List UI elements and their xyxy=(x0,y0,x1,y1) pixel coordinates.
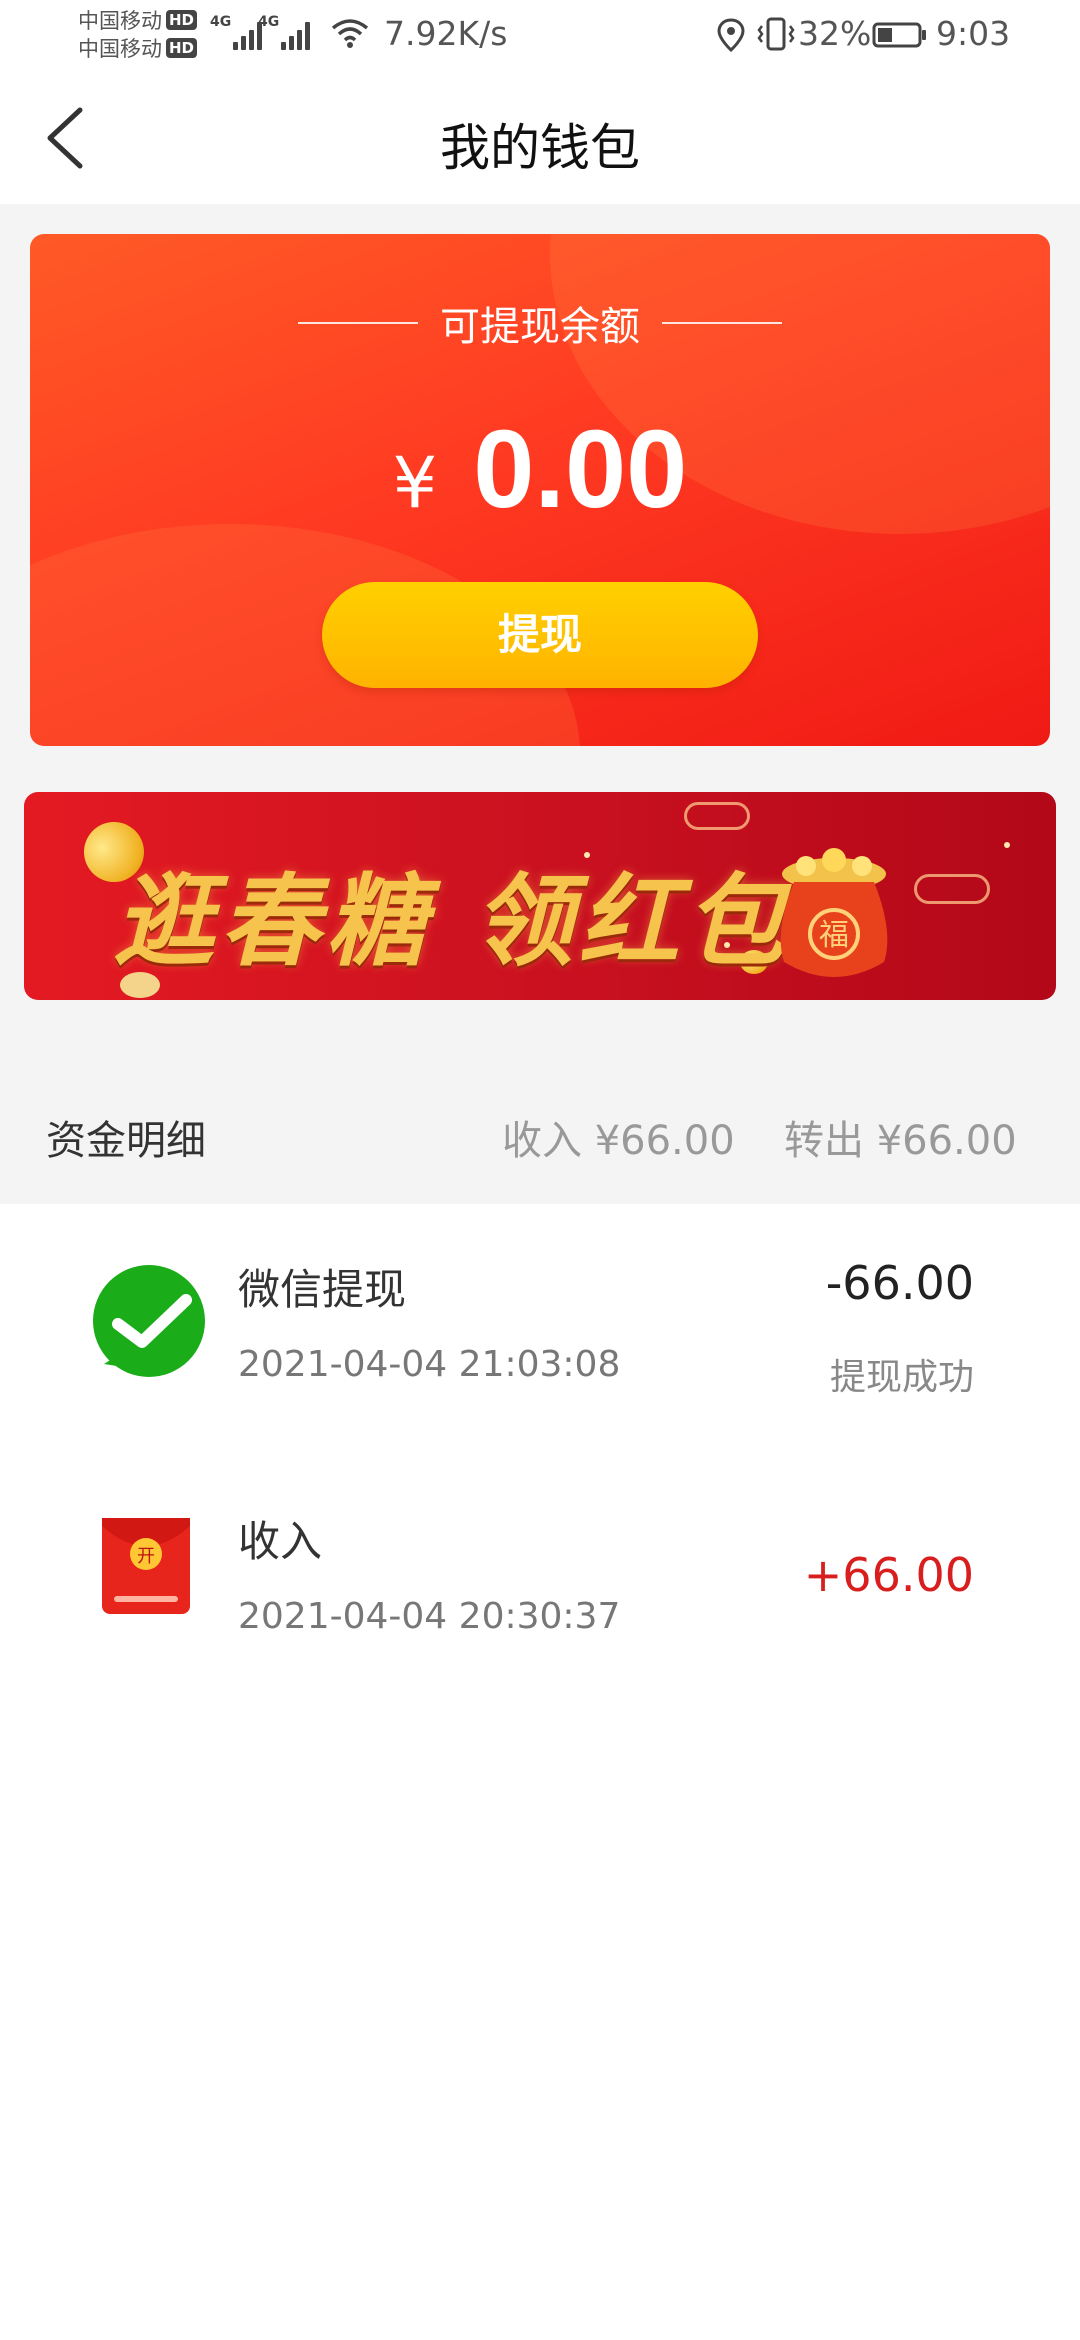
wifi-icon xyxy=(331,19,369,48)
list-item[interactable]: 开 收入 2021-04-04 20:30:37 +66.00 xyxy=(0,1456,1080,1676)
transaction-amount: +66.00 xyxy=(803,1548,974,1602)
balance-card: 可提现余额 ¥ 0.00 提现 xyxy=(30,234,1050,746)
balance-amount: 0.00 xyxy=(473,408,688,531)
list-item[interactable]: 微信提现 2021-04-04 21:03:08 -66.00 提现成功 xyxy=(0,1204,1080,1424)
svg-text:开: 开 xyxy=(137,1546,155,1567)
hd-badge: HD xyxy=(166,38,198,58)
transfer-out-summary: 转出 ¥66.00 xyxy=(784,1118,1017,1164)
income-summary: 收入 ¥66.00 xyxy=(502,1118,735,1164)
status-bar: 中国移动 HD 中国移动 HD 4G 4G 7.92K/s 32% 9:03 xyxy=(0,0,1080,72)
battery-icon xyxy=(872,22,926,48)
signal-icon: 4G xyxy=(210,14,265,50)
network-tag: 4G xyxy=(258,14,280,30)
transaction-date: 2021-04-04 21:03:08 xyxy=(238,1344,621,1385)
page-title: 我的钱包 xyxy=(440,119,640,177)
nav-bar: 我的钱包 xyxy=(0,72,1080,204)
transaction-status: 提现成功 xyxy=(829,1357,974,1398)
withdraw-button[interactable]: 提现 xyxy=(322,582,758,688)
red-envelope-icon: 开 xyxy=(102,1518,190,1614)
wechat-icon xyxy=(93,1265,205,1377)
balance-label-row: 可提现余额 xyxy=(30,294,1050,352)
net-speed: 7.92K/s xyxy=(384,14,508,53)
transaction-title: 微信提现 xyxy=(238,1265,407,1314)
location-icon xyxy=(717,18,745,52)
transaction-date: 2021-04-04 20:30:37 xyxy=(238,1596,621,1637)
bag-badge: 福 xyxy=(819,918,849,953)
promo-banner[interactable]: 逛春糖 领红包 福 xyxy=(24,792,1056,1000)
vibrate-icon xyxy=(757,17,795,51)
hd-badge: HD xyxy=(166,10,198,30)
battery-percent: 32% xyxy=(798,14,872,53)
lucky-bag-icon: 福 xyxy=(780,848,888,977)
funds-detail-title: 资金明细 xyxy=(46,1118,206,1164)
network-tag: 4G xyxy=(210,14,232,30)
carrier-info: 中国移动 HD 中国移动 HD xyxy=(78,6,208,62)
cloud-icon xyxy=(914,874,990,904)
transaction-amount: -66.00 xyxy=(825,1256,974,1310)
balance-amount-row: ¥ 0.00 xyxy=(30,406,1050,533)
banner-text: 逛春糖 领红包 xyxy=(114,862,791,980)
cloud-icon xyxy=(684,802,750,830)
carrier-name: 中国移动 xyxy=(78,37,162,61)
divider xyxy=(298,322,418,324)
carrier-name: 中国移动 xyxy=(78,9,162,33)
clock: 9:03 xyxy=(936,14,1011,53)
transaction-title: 收入 xyxy=(238,1517,323,1566)
divider xyxy=(662,322,782,324)
balance-label: 可提现余额 xyxy=(440,304,640,350)
signal-icon: 4G xyxy=(258,14,313,50)
currency-symbol: ¥ xyxy=(392,442,438,524)
